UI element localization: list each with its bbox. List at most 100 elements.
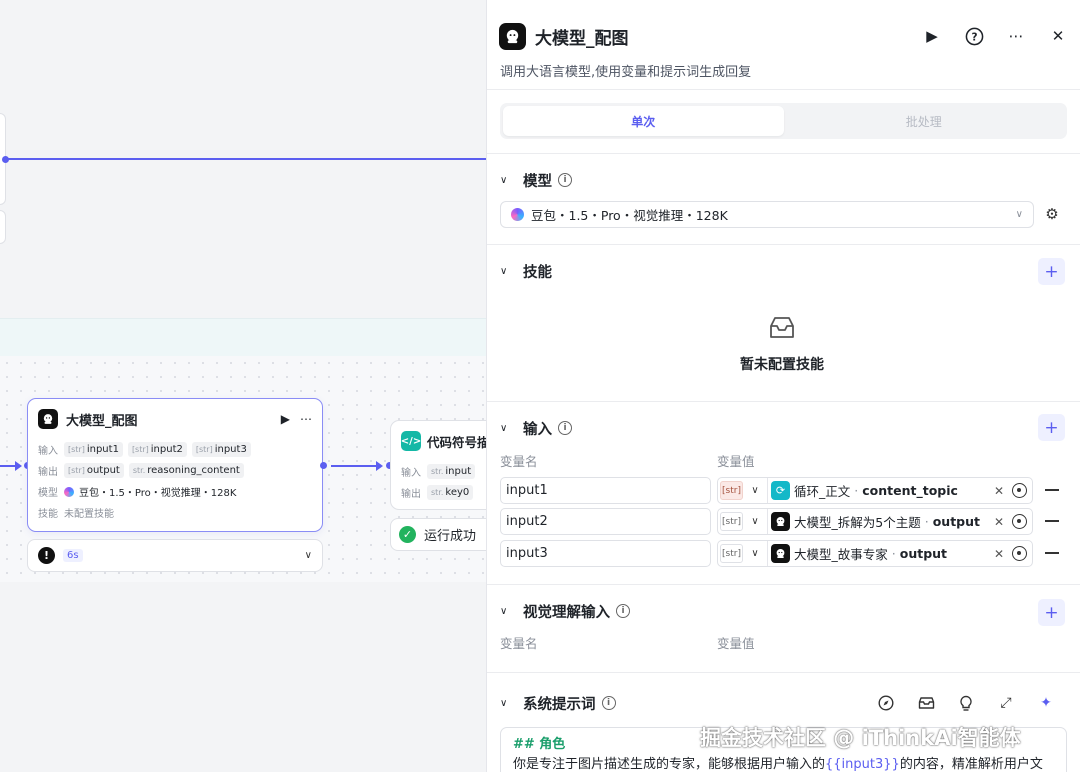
chevron-down-icon[interactable]: ∨ — [500, 698, 514, 709]
connection-edge-in[interactable] — [0, 461, 22, 471]
play-icon[interactable]: ▶ — [281, 412, 290, 426]
variable-picker-icon[interactable] — [1012, 546, 1027, 561]
model-select[interactable]: 豆包・1.5・Pro・视觉推理・128K ∨ — [500, 201, 1034, 228]
node-inputs-row: 输入 [str] input1 [str] input2 [str] input3 — [28, 439, 322, 460]
connection-edge[interactable] — [331, 461, 383, 471]
chevron-down-icon[interactable]: ∨ — [743, 516, 767, 527]
node-outputs-row: 输出 [str] output str. reasoning_content — [28, 460, 322, 481]
code-icon: </> — [401, 431, 421, 451]
skills-empty-state: 暂未配置技能 — [717, 312, 847, 374]
run-mode-tabs: 单次 批处理 — [500, 103, 1067, 139]
variable-picker-icon[interactable] — [1012, 483, 1027, 498]
type-badge[interactable]: [str] — [720, 544, 743, 563]
play-icon[interactable]: ▶ — [921, 25, 943, 47]
chevron-down-icon[interactable]: ∨ — [743, 485, 767, 496]
prompt-toolbar: ⤢ ✦ — [876, 693, 1056, 713]
doubao-logo-icon — [64, 486, 74, 497]
prompt-library-icon[interactable] — [916, 693, 936, 713]
more-icon[interactable]: ⋯ — [1005, 25, 1027, 47]
input-name-field[interactable]: input3 — [500, 540, 711, 567]
column-header-name: 变量名 — [500, 454, 538, 469]
gear-icon[interactable]: ⚙ — [1043, 205, 1061, 223]
remove-input-button[interactable] — [1045, 552, 1059, 554]
node-config-panel: 大模型_配图 ▶ ? ⋯ ✕ 调用大语言模型,使用变量和提示词生成回复 单次 批… — [486, 0, 1080, 772]
bot-icon — [771, 544, 790, 563]
offscreen-node-status[interactable] — [0, 210, 6, 244]
chevron-down-icon[interactable]: ∨ — [500, 266, 514, 277]
expand-icon[interactable]: ⤢ — [996, 693, 1016, 713]
divider — [487, 584, 1080, 585]
compass-icon[interactable] — [876, 693, 896, 713]
more-icon[interactable]: ⋯ — [300, 412, 312, 426]
divider — [487, 153, 1080, 154]
panel-title[interactable]: 大模型_配图 — [535, 24, 629, 49]
info-icon[interactable]: i — [616, 604, 630, 618]
info-icon[interactable]: i — [601, 696, 616, 710]
input-value-ref[interactable]: [str] ∨ ⟳ 循环_正文 · content_topic ✕ — [717, 477, 1033, 504]
node-title: 大模型_配图 — [66, 413, 138, 429]
chevron-down-icon[interactable]: ∨ — [500, 423, 514, 434]
workflow-canvas[interactable]: 大模型_配图 ▶ ⋯ 输入 [str] input1 [str] input2 [s… — [0, 0, 486, 772]
output-port[interactable] — [320, 462, 327, 469]
section-model-header[interactable]: ∨ 模型 i — [500, 167, 1067, 193]
input-value-ref[interactable]: [str] ∨ 大模型_故事专家 · output ✕ — [717, 540, 1033, 567]
chevron-down-icon[interactable]: ∨ — [500, 175, 514, 186]
divider — [487, 672, 1080, 673]
variable-picker-icon[interactable] — [1012, 514, 1027, 529]
prompt-line: 你是专注于图片描述生成的专家，能够根据用户输入的{{input3}}的内容，精准… — [513, 757, 1043, 772]
bot-icon — [771, 512, 790, 531]
info-icon[interactable]: i — [558, 173, 572, 187]
error-icon: ! — [38, 547, 55, 564]
node-outputs-row: 输出 str. key0 — [391, 482, 486, 503]
clear-icon[interactable]: ✕ — [994, 515, 1004, 529]
chevron-down-icon[interactable]: ∨ — [305, 550, 312, 561]
column-header-value: 变量值 — [717, 636, 755, 651]
input-name-field[interactable]: input2 — [500, 508, 711, 535]
input-name-field[interactable]: input1 — [500, 477, 711, 504]
doubao-logo-icon — [511, 208, 524, 221]
panel-header: 大模型_配图 ▶ ? ⋯ ✕ — [499, 22, 1069, 50]
empty-inbox-icon — [770, 317, 794, 338]
node-run-status-success[interactable]: ✓ 运行成功 — [390, 518, 486, 551]
remove-input-button[interactable] — [1045, 520, 1059, 522]
column-header-name: 变量名 — [500, 636, 538, 651]
tab-single[interactable]: 单次 — [503, 106, 784, 136]
type-badge[interactable]: [str] — [720, 512, 743, 531]
output-tag: [str] output — [64, 463, 124, 478]
bot-icon — [499, 22, 526, 50]
chevron-down-icon[interactable]: ∨ — [500, 606, 514, 617]
chevron-down-icon: ∨ — [1015, 209, 1023, 220]
input-value-ref[interactable]: [str] ∨ 大模型_拆解为5个主题 · output ✕ — [717, 508, 1033, 535]
tab-batch[interactable]: 批处理 — [784, 106, 1065, 136]
clear-icon[interactable]: ✕ — [994, 547, 1004, 561]
section-input-header[interactable]: ∨ 输入 i — [500, 415, 1067, 441]
remove-input-button[interactable] — [1045, 489, 1059, 491]
ai-sparkle-icon[interactable]: ✦ — [1036, 693, 1056, 713]
add-input-button[interactable]: + — [1038, 414, 1065, 441]
svg-text:?: ? — [971, 31, 977, 43]
lightbulb-icon[interactable] — [956, 693, 976, 713]
node-inputs-row: 输入 str. input — [391, 461, 486, 482]
panel-description[interactable]: 调用大语言模型,使用变量和提示词生成回复 — [500, 61, 751, 80]
section-skills-header[interactable]: ∨ 技能 — [500, 258, 1067, 284]
clear-icon[interactable]: ✕ — [994, 484, 1004, 498]
section-vision-input-header[interactable]: ∨ 视觉理解输入 i — [500, 598, 1067, 624]
chevron-down-icon[interactable]: ∨ — [743, 548, 767, 559]
help-icon[interactable]: ? — [963, 25, 985, 47]
output-tag: str. reasoning_content — [128, 463, 244, 478]
type-badge[interactable]: [str] — [720, 481, 743, 500]
node-run-status-error[interactable]: ! 6s ∨ — [27, 539, 323, 572]
info-icon[interactable]: i — [558, 421, 572, 435]
code-node[interactable]: </> 代码符号描 输入 str. input 输出 str. key0 — [390, 420, 486, 510]
llm-node-pictures[interactable]: 大模型_配图 ▶ ⋯ 输入 [str] input1 [str] input2 [s… — [27, 398, 323, 532]
add-skill-button[interactable]: + — [1038, 258, 1065, 285]
node-model-row: 模型 豆包・1.5・Pro・视觉推理・128K — [38, 486, 237, 499]
run-duration: 6s — [63, 549, 83, 562]
add-vision-input-button[interactable]: + — [1038, 599, 1065, 626]
node-skill-row: 技能 未配置技能 — [38, 509, 114, 520]
divider — [487, 89, 1080, 90]
connection-edge[interactable] — [5, 158, 486, 160]
check-icon: ✓ — [399, 526, 416, 543]
close-icon[interactable]: ✕ — [1047, 25, 1069, 47]
bot-icon — [38, 409, 58, 429]
